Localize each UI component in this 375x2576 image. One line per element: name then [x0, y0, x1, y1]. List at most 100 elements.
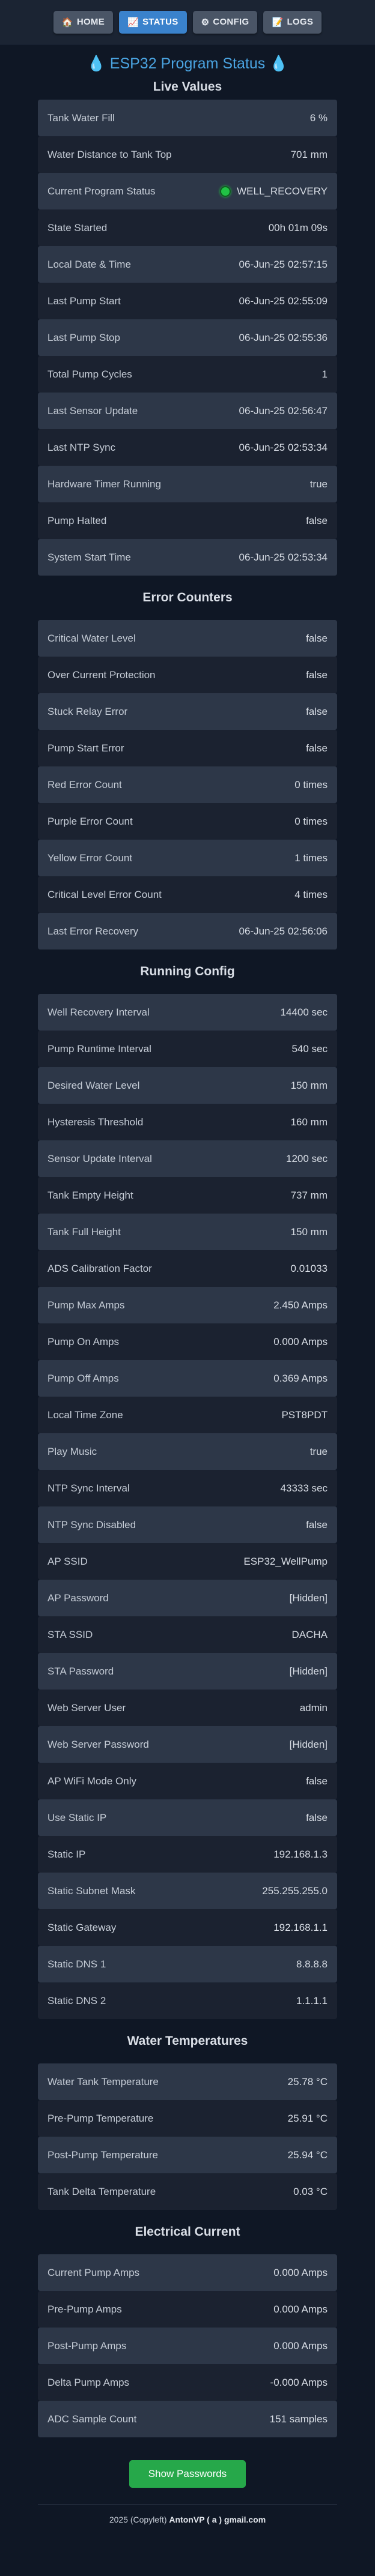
row-value-text: 00h 01m 09s	[268, 221, 328, 233]
row-value: 0.000 Amps	[273, 1336, 328, 1348]
row-value: 0.000 Amps	[273, 2267, 328, 2279]
nav-logs-label: LOGS	[287, 17, 314, 27]
row-value-text: 192.168.1.1	[273, 1921, 328, 1933]
row-value-text: 701 mm	[290, 148, 328, 160]
row-value: 0.01033	[291, 1263, 328, 1275]
row-value: 1.1.1.1	[296, 1995, 328, 2007]
row-label: State Started	[47, 221, 108, 233]
row-last-sensor-update: Last Sensor Update 06-Jun-25 02:56:47	[38, 393, 337, 429]
row-pump-max-amps: Pump Max Amps 2.450 Amps	[38, 1287, 337, 1323]
row-value: 06-Jun-25 02:57:15	[239, 259, 328, 271]
row-value-text: 0.03 °C	[293, 2185, 328, 2197]
row-value-text: [Hidden]	[289, 1738, 328, 1750]
row-label: Tank Full Height	[47, 1226, 121, 1238]
row-label: Last Pump Stop	[47, 331, 120, 343]
section-title-running-config: Running Config	[140, 964, 235, 978]
row-post-pump-amps: Post-Pump Amps 0.000 Amps	[38, 2328, 337, 2364]
row-value-text: 06-Jun-25 02:55:36	[239, 331, 328, 343]
row-label: Pump On Amps	[47, 1335, 120, 1347]
nav-logs-button[interactable]: 📝 LOGS	[263, 10, 322, 34]
row-value-text: 43333 sec	[280, 1482, 328, 1494]
row-value: 06-Jun-25 02:53:34	[239, 552, 328, 564]
row-label: Pre-Pump Amps	[47, 2303, 122, 2315]
footer-copyright: 2025 (Copyleft) AntonVP ( a ) gmail.com	[0, 2515, 375, 2524]
row-value: ESP32_WellPump	[243, 1556, 328, 1568]
row-value-text: 0 times	[294, 778, 328, 790]
row-label: Red Error Count	[47, 778, 122, 790]
row-value: 25.78 °C	[288, 2076, 328, 2088]
row-pump-off-amps: Pump Off Amps 0.369 Amps	[38, 1360, 337, 1397]
row-value-text: false	[306, 632, 328, 644]
droplet-icon: 💧	[269, 55, 288, 72]
row-water-tank-temperature: Water Tank Temperature 25.78 °C	[38, 2063, 337, 2100]
row-value-text: 151 samples	[269, 2413, 328, 2425]
row-value-text: 06-Jun-25 02:56:06	[239, 925, 328, 937]
row-last-ntp-sync: Last NTP Sync 06-Jun-25 02:53:34	[38, 429, 337, 466]
row-value: false	[306, 515, 328, 527]
row-value-text: WELL_RECOVERY	[237, 185, 328, 197]
nav-home-button[interactable]: 🏠 HOME	[53, 10, 114, 34]
row-value-text: 1	[322, 368, 328, 380]
page-title: 💧 ESP32 Program Status 💧	[0, 53, 375, 74]
nav-status-button[interactable]: 📈 STATUS	[119, 10, 187, 34]
house-icon: 🏠	[61, 17, 73, 28]
show-passwords-button[interactable]: Show Passwords	[129, 2460, 246, 2488]
row-label: Last NTP Sync	[47, 441, 116, 453]
row-value: 06-Jun-25 02:55:09	[239, 295, 328, 307]
row-value: [Hidden]	[290, 1592, 328, 1604]
row-value-text: 150 mm	[290, 1079, 328, 1091]
row-value: DACHA	[291, 1629, 328, 1641]
row-label: ADS Calibration Factor	[47, 1262, 152, 1274]
row-last-pump-start: Last Pump Start 06-Jun-25 02:55:09	[38, 283, 337, 319]
row-pump-start-error: Pump Start Error false	[38, 730, 337, 766]
row-label: Well Recovery Interval	[47, 1006, 150, 1018]
row-value: 255.255.255.0	[262, 1885, 328, 1897]
row-label: Over Current Protection	[47, 669, 156, 681]
row-value: 192.168.1.1	[273, 1922, 328, 1934]
row-label: NTP Sync Interval	[47, 1482, 130, 1494]
row-value-text: 0.369 Amps	[273, 1372, 328, 1384]
row-sensor-update-interval: Sensor Update Interval 1200 sec	[38, 1140, 337, 1177]
nav-config-button[interactable]: ⚙ CONFIG	[192, 10, 258, 34]
row-value: 00h 01m 09s	[269, 222, 328, 234]
row-label: ADC Sample Count	[47, 2413, 137, 2425]
row-post-pump-temperature: Post-Pump Temperature 25.94 °C	[38, 2137, 337, 2173]
row-label: Critical Level Error Count	[47, 888, 162, 900]
section-table-running-config: Well Recovery Interval 14400 sec Pump Runt…	[38, 994, 337, 2019]
row-value: 25.94 °C	[288, 2149, 328, 2161]
section-table-electrical-current: Current Pump Amps 0.000 Amps Pre-Pump Amps…	[38, 2254, 337, 2437]
row-label: AP Password	[47, 1592, 109, 1604]
nav-home-label: HOME	[76, 17, 105, 27]
row-value-text: 540 sec	[291, 1043, 328, 1055]
row-value: false	[306, 1812, 328, 1824]
row-value-text: DACHA	[291, 1628, 328, 1640]
row-label: Pump Off Amps	[47, 1372, 119, 1384]
row-last-error-recovery: Last Error Recovery 06-Jun-25 02:56:06	[38, 913, 337, 949]
row-tank-full-height: Tank Full Height 150 mm	[38, 1214, 337, 1250]
status-indicator-icon	[220, 185, 231, 197]
row-value-text: 1 times	[294, 852, 328, 864]
row-sta-ssid: STA SSID DACHA	[38, 1616, 337, 1653]
row-pre-pump-amps: Pre-Pump Amps 0.000 Amps	[38, 2291, 337, 2328]
row-purple-error-count: Purple Error Count 0 times	[38, 803, 337, 840]
memo-icon: 📝	[272, 17, 284, 28]
row-label: Web Server Password	[47, 1738, 149, 1750]
row-value-text: 06-Jun-25 02:53:34	[239, 551, 328, 563]
row-value: 43333 sec	[281, 1482, 328, 1494]
row-label: Static DNS 1	[47, 1958, 106, 1970]
footer-prefix: 2025 (Copyleft)	[109, 2515, 169, 2524]
row-local-time-zone: Local Time Zone PST8PDT	[38, 1397, 337, 1433]
row-ntp-sync-disabled: NTP Sync Disabled false	[38, 1506, 337, 1543]
row-current-pump-amps: Current Pump Amps 0.000 Amps	[38, 2254, 337, 2291]
row-value-text: 06-Jun-25 02:57:15	[239, 258, 328, 270]
page-title-text: ESP32 Program Status	[109, 55, 266, 72]
row-value: true	[310, 478, 328, 490]
row-value: 0 times	[294, 779, 328, 791]
row-value: 151 samples	[270, 2413, 328, 2425]
row-pump-halted: Pump Halted false	[38, 502, 337, 539]
row-ntp-sync-interval: NTP Sync Interval 43333 sec	[38, 1470, 337, 1506]
row-label: Static IP	[47, 1848, 86, 1860]
droplet-icon: 💧	[87, 55, 106, 72]
row-label: Pump Start Error	[47, 742, 124, 754]
row-value-text: 06-Jun-25 02:55:09	[239, 295, 328, 307]
